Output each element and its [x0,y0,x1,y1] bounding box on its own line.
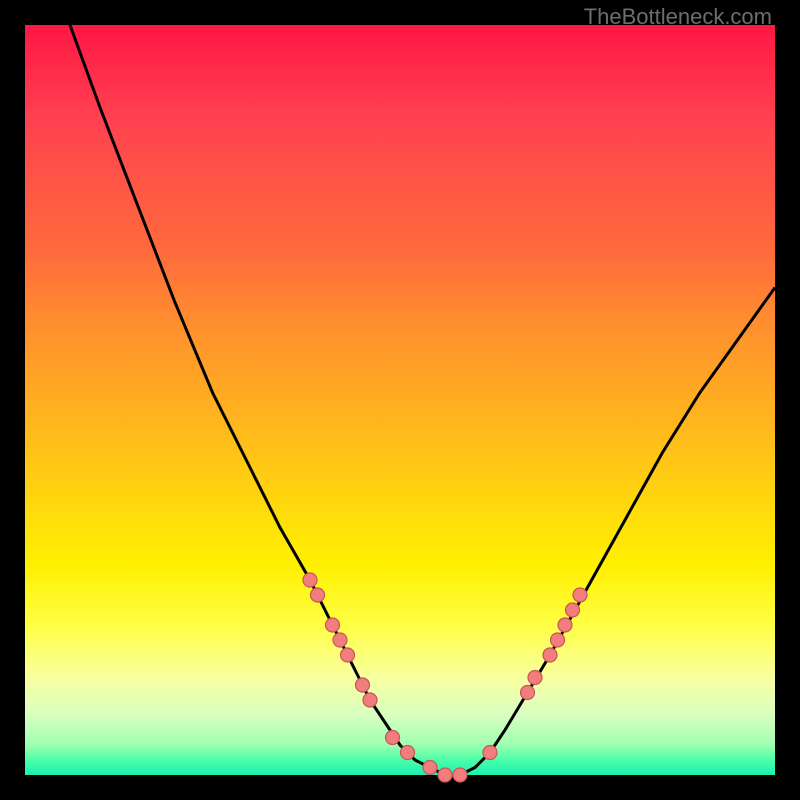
data-dot [528,671,542,685]
data-dot [386,731,400,745]
bottleneck-curve [70,25,775,775]
data-dot [341,648,355,662]
data-dot [401,746,415,760]
data-dot [551,633,565,647]
data-dot [483,746,497,760]
data-dot [543,648,557,662]
data-dot [333,633,347,647]
data-dots [303,573,587,782]
plot-area [25,25,775,775]
data-dot [363,693,377,707]
data-dot [573,588,587,602]
data-dot [453,768,467,782]
data-dot [438,768,452,782]
data-dot [423,761,437,775]
data-dot [311,588,325,602]
curve-svg [25,25,775,775]
data-dot [326,618,340,632]
chart-frame: TheBottleneck.com [0,0,800,800]
data-dot [566,603,580,617]
data-dot [558,618,572,632]
data-dot [356,678,370,692]
data-dot [521,686,535,700]
data-dot [303,573,317,587]
